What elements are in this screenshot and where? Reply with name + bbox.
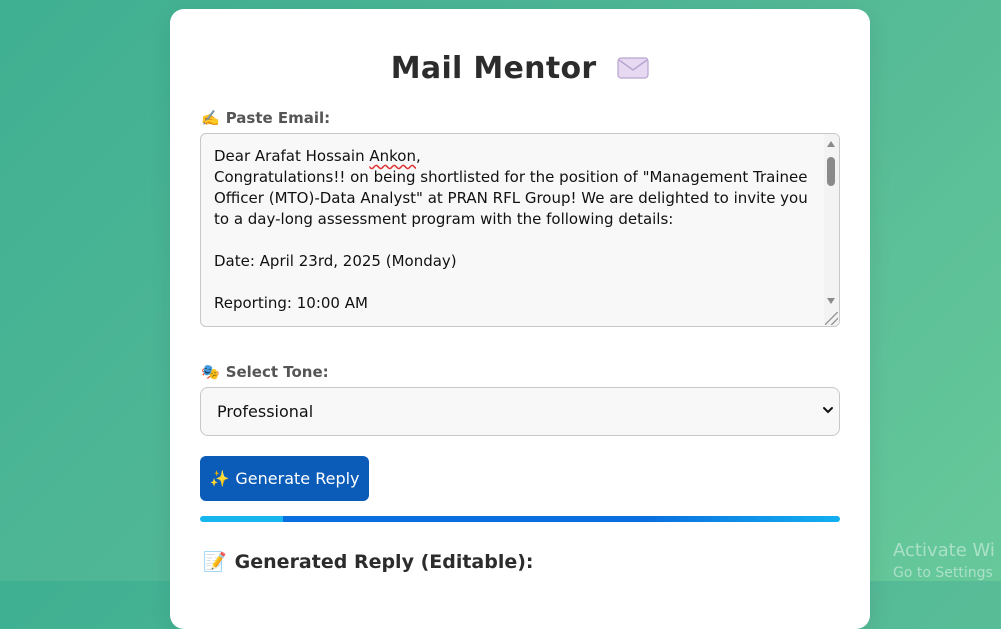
email-body: Congratulations!! on being shortlisted f… [214,168,808,312]
main-card: Mail Mentor ✍️ Paste Email: Dear Arafat H… [170,9,870,629]
envelope-icon [617,52,649,87]
scroll-down-arrow-icon[interactable] [827,298,835,304]
writing-hand-icon: ✍️ [201,109,220,127]
paste-email-label: ✍️ Paste Email: [201,109,331,127]
textarea-scrollbar[interactable] [824,134,839,326]
page-title: Mail Mentor [170,51,870,87]
sparkles-icon: ✨ [209,469,230,488]
memo-icon: 📝 [203,551,227,573]
spellcheck-word: Ankon [369,147,416,165]
theater-masks-icon: 🎭 [201,363,220,381]
chevron-down-icon [823,407,833,414]
resize-handle-icon[interactable] [825,312,838,325]
tone-select[interactable]: Professional [200,387,840,436]
progress-bar [200,516,840,522]
activate-windows-watermark: Activate Wi Go to Settings [893,540,995,581]
email-content[interactable]: Dear Arafat Hossain Ankon, Congratulatio… [214,146,814,314]
generate-reply-button[interactable]: ✨ Generate Reply [200,456,369,501]
app-title: Mail Mentor [390,51,597,86]
scroll-thumb[interactable] [827,157,835,186]
scroll-up-arrow-icon[interactable] [827,141,835,147]
tone-select-value: Professional [217,402,314,421]
generated-reply-heading: 📝 Generated Reply (Editable): [203,551,534,573]
select-tone-label: 🎭 Select Tone: [201,363,329,381]
email-textarea[interactable]: Dear Arafat Hossain Ankon, Congratulatio… [200,133,840,327]
